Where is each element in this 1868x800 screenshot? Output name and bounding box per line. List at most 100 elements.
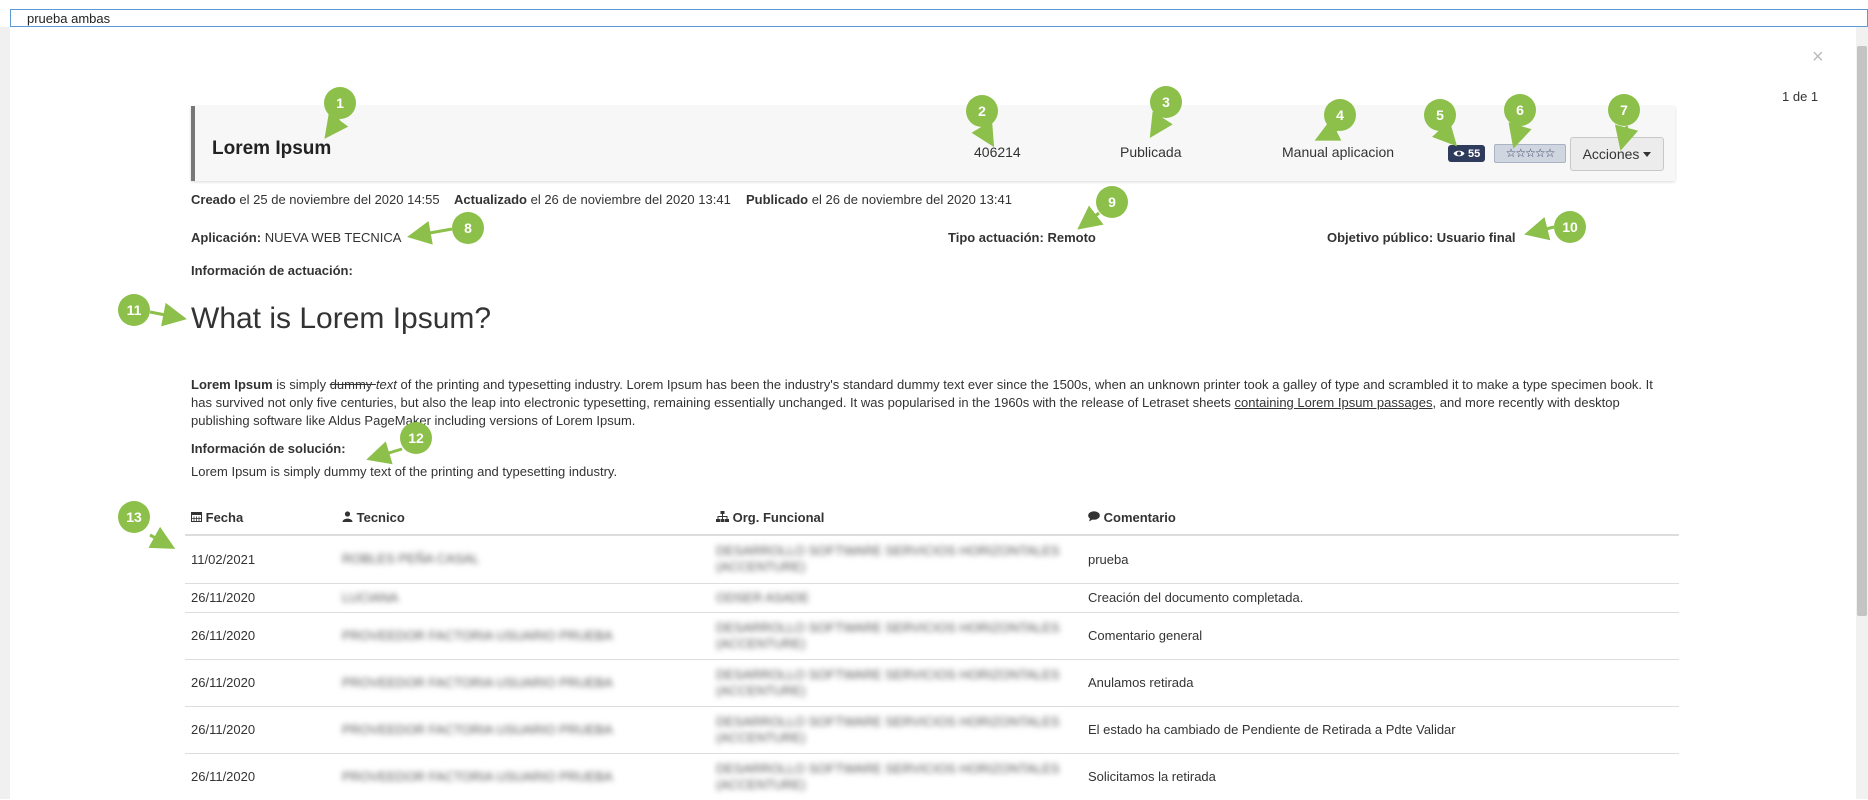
aplicacion-label: Aplicación:	[191, 230, 262, 245]
header-org-funcional-label: Org. Funcional	[732, 510, 825, 525]
pager: 1 de 1	[1782, 89, 1819, 104]
tipo-actuacion-field: Tipo actuación: Remoto	[948, 230, 1096, 245]
para-link[interactable]: containing Lorem Ipsum passages	[1235, 395, 1433, 410]
callout-7: 7	[1608, 94, 1640, 126]
table-row[interactable]: 11/02/2021 ROBLES PEÑA CASAL DESARROLLO …	[185, 534, 1679, 583]
cell-fecha: 26/11/2020	[185, 582, 336, 612]
informacion-solucion-text: Lorem Ipsum is simply dummy text of the …	[191, 464, 618, 479]
calendar-icon	[191, 512, 202, 522]
sitemap-icon	[716, 511, 729, 522]
published-info: Publicado el 26 de noviembre del 2020 13…	[746, 192, 1012, 207]
tecnico-value: PROVEEDOR FACTORIA USUARIO PRUEBA	[342, 721, 613, 737]
callout-4: 4	[1324, 99, 1356, 131]
cell-tecnico: ROBLES PEÑA CASAL	[336, 534, 710, 583]
header-comentario[interactable]: Comentario	[1082, 503, 1679, 536]
created-info: Creado el 25 de noviembre del 2020 14:55	[191, 192, 440, 207]
callout-6: 6	[1504, 94, 1536, 126]
header-fecha[interactable]: Fecha	[185, 503, 336, 536]
close-icon[interactable]: ×	[1812, 46, 1824, 69]
header-tecnico-label: Tecnico	[356, 510, 405, 525]
cell-comentario: Creación del documento completada.	[1082, 582, 1679, 612]
table-row[interactable]: 26/11/2020 PROVEEDOR FACTORIA USUARIO PR…	[185, 705, 1679, 753]
aplicacion-value: NUEVA WEB TECNICA	[264, 230, 402, 245]
cell-fecha: 26/11/2020	[185, 658, 336, 706]
caret-down-icon	[1643, 151, 1652, 157]
objetivo-publico-field: Objetivo público: Usuario final	[1327, 230, 1516, 245]
callout-arrow-8	[407, 221, 453, 245]
org-value: DESARROLLO SOFTWARE SERVICIOS HORIZONTAL…	[716, 619, 1060, 651]
cell-org: DESARROLLO SOFTWARE SERVICIOS HORIZONTAL…	[710, 658, 1082, 706]
actions-button[interactable]: Acciones	[1570, 137, 1664, 171]
org-value: DESARROLLO SOFTWARE SERVICIOS HORIZONTAL…	[716, 713, 1060, 745]
created-value: el 25 de noviembre del 2020 14:55	[239, 192, 440, 207]
eye-icon	[1453, 150, 1465, 157]
actions-label: Acciones	[1582, 146, 1640, 162]
tipo-actuacion-label: Tipo actuación:	[948, 230, 1044, 245]
table-header-row: Fecha Tecnico Org. Funcional Comentario	[185, 503, 1679, 536]
callout-2: 2	[966, 95, 998, 127]
callout-10: 10	[1554, 211, 1586, 243]
table-row[interactable]: 26/11/2020 PROVEEDOR FACTORIA USUARIO PR…	[185, 658, 1679, 706]
tipo-actuacion-value: Remoto	[1047, 230, 1096, 245]
cell-org: DESARROLLO SOFTWARE SERVICIOS HORIZONTAL…	[710, 534, 1082, 583]
callout-12: 12	[400, 422, 432, 454]
org-value: DESARROLLO SOFTWARE SERVICIOS HORIZONTAL…	[716, 666, 1060, 698]
callout-arrow-12	[366, 441, 403, 465]
callout-arrow-13	[148, 526, 176, 549]
callout-11: 11	[118, 294, 150, 326]
updated-info: Actualizado el 26 de noviembre del 2020 …	[454, 192, 731, 207]
cell-tecnico: PROVEEDOR FACTORIA USUARIO PRUEBA	[336, 752, 710, 800]
created-label: Creado	[191, 192, 236, 207]
tecnico-value: ROBLES PEÑA CASAL	[342, 551, 480, 567]
cell-org: DESARROLLO SOFTWARE SERVICIOS HORIZONTAL…	[710, 611, 1082, 659]
objetivo-publico-value: Usuario final	[1436, 230, 1516, 245]
header-org-funcional[interactable]: Org. Funcional	[710, 503, 1082, 536]
tecnico-value: PROVEEDOR FACTORIA USUARIO PRUEBA	[342, 674, 613, 690]
objetivo-publico-label: Objetivo público:	[1327, 230, 1434, 245]
updated-label: Actualizado	[454, 192, 527, 207]
cell-org: DESARROLLO SOFTWARE SERVICIOS HORIZONTAL…	[710, 705, 1082, 753]
callout-1: 1	[324, 87, 356, 119]
para-text-1: is simply	[272, 377, 330, 392]
table-row[interactable]: 26/11/2020 PROVEEDOR FACTORIA USUARIO PR…	[185, 611, 1679, 659]
para-bold: Lorem Ipsum	[191, 377, 273, 392]
published-value: el 26 de noviembre del 2020 13:41	[811, 192, 1012, 207]
cell-fecha: 11/02/2021	[185, 534, 336, 583]
document-id: 406214	[974, 144, 1021, 160]
views-badge: 55	[1448, 145, 1486, 162]
cell-comentario: prueba	[1082, 534, 1679, 583]
callout-5: 5	[1424, 99, 1456, 131]
comment-icon	[1088, 511, 1100, 522]
table-row[interactable]: 26/11/2020 LUCIANA ODSER ASADE Creación …	[185, 582, 1679, 612]
views-count: 55	[1468, 147, 1481, 160]
document-status: Publicada	[1120, 144, 1182, 160]
content-heading: What is Lorem Ipsum?	[191, 302, 492, 335]
tecnico-value: LUCIANA	[342, 589, 399, 605]
org-value: DESARROLLO SOFTWARE SERVICIOS HORIZONTAL…	[716, 543, 1060, 575]
left-gutter	[0, 27, 10, 799]
callout-arrow-9	[1077, 205, 1104, 230]
cell-org: DESARROLLO SOFTWARE SERVICIOS HORIZONTAL…	[710, 752, 1082, 800]
scrollbar-thumb[interactable]	[1857, 46, 1867, 616]
org-value: DESARROLLO SOFTWARE SERVICIOS HORIZONTAL…	[716, 760, 1060, 792]
cell-fecha: 26/11/2020	[185, 611, 336, 659]
header-tecnico[interactable]: Tecnico	[336, 503, 710, 536]
rating-stars[interactable]: ☆☆☆☆☆	[1494, 144, 1566, 163]
callout-arrow-10	[1524, 216, 1555, 241]
cell-org: ODSER ASADE	[710, 582, 1082, 612]
cell-tecnico: PROVEEDOR FACTORIA USUARIO PRUEBA	[336, 705, 710, 753]
cell-comentario: Comentario general	[1082, 611, 1679, 659]
table-row[interactable]: 26/11/2020 PROVEEDOR FACTORIA USUARIO PR…	[185, 752, 1679, 800]
org-value: ODSER ASADE	[716, 589, 810, 605]
cell-fecha: 26/11/2020	[185, 752, 336, 800]
cell-fecha: 26/11/2020	[185, 705, 336, 753]
user-icon	[342, 511, 353, 522]
tecnico-value: PROVEEDOR FACTORIA USUARIO PRUEBA	[342, 627, 613, 643]
header-fecha-label: Fecha	[205, 510, 244, 525]
informacion-actuacion-label: Información de actuación:	[191, 263, 353, 278]
callout-3: 3	[1150, 86, 1182, 118]
updated-value: el 26 de noviembre del 2020 13:41	[530, 192, 731, 207]
cell-comentario: Anulamos retirada	[1082, 658, 1679, 706]
callout-13: 13	[118, 501, 150, 533]
history-table: Fecha Tecnico Org. Funcional Comentario …	[185, 503, 1679, 800]
